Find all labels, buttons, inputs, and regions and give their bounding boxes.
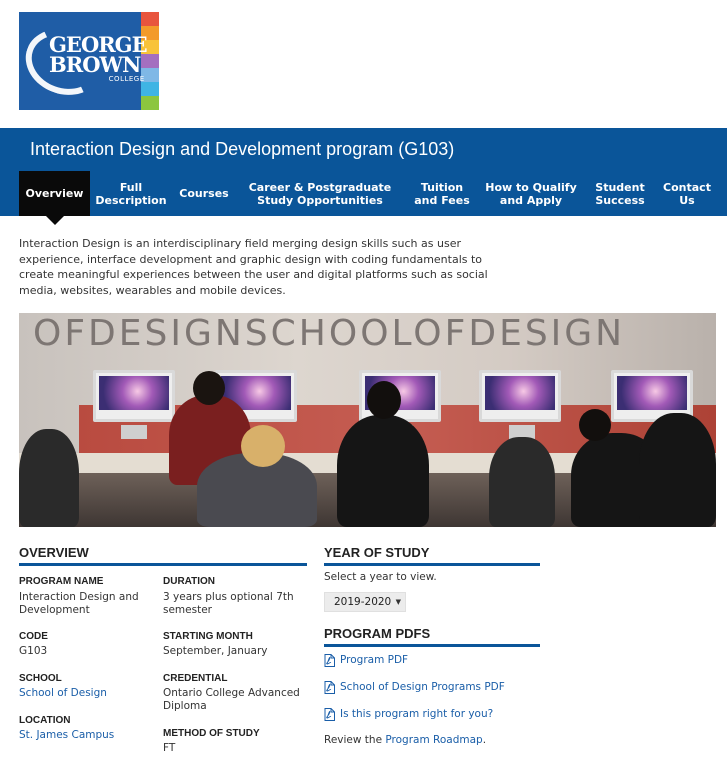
tab-label: Courses <box>179 187 229 200</box>
roadmap-text: Review the Program Roadmap. <box>324 734 486 746</box>
tab-label: Student Success <box>595 180 645 207</box>
year-select-value: 2019-2020 <box>334 596 392 608</box>
pdf-icon <box>324 680 335 694</box>
tab-label: Full Description <box>95 180 167 207</box>
logo-line-2: BROWN <box>49 52 141 77</box>
photo-chair <box>19 429 79 527</box>
logo-wordmark: GEORGE BROWN COLLEGE <box>49 34 148 83</box>
page-title: Interaction Design and Development progr… <box>30 139 455 159</box>
tab-full-description[interactable]: Full Description <box>94 171 168 216</box>
tab-label: Contact Us <box>663 180 711 207</box>
method-of-study-value: FT <box>163 742 176 754</box>
tab-label: Tuition and Fees <box>414 180 470 207</box>
program-pdf-link[interactable]: Program PDF <box>324 652 408 668</box>
credential-value: Ontario College Advanced Diploma <box>163 687 300 712</box>
starting-month-value: September, January <box>163 645 268 657</box>
photo-person-head <box>241 425 285 467</box>
program-pdfs-heading: Program PDFs <box>324 626 540 647</box>
chevron-down-icon: ▼ <box>395 598 401 606</box>
year-instruction: Select a year to view. <box>324 571 437 583</box>
program-tabs: Overview Full Description Courses Career… <box>0 171 727 225</box>
tab-how-to-apply[interactable]: How to Qualify and Apply <box>484 171 578 216</box>
photo-monitor <box>479 370 561 422</box>
roadmap-suffix: . <box>482 734 487 746</box>
duration-value: 3 years plus optional 7th semester <box>163 591 294 616</box>
starting-month-label: Starting Month <box>163 631 253 642</box>
tab-student-success[interactable]: Student Success <box>590 171 650 216</box>
photo-person-head <box>367 381 401 419</box>
logo-stripe <box>141 96 159 110</box>
pdf-link-label: Program PDF <box>340 654 409 666</box>
tab-overview[interactable]: Overview <box>19 171 90 225</box>
location-link[interactable]: St. James Campus <box>19 729 114 742</box>
year-of-study-heading: Year of Study <box>324 545 540 566</box>
photo-monitor <box>93 370 175 422</box>
credential-label: Credential <box>163 673 228 684</box>
code-label: Code <box>19 631 48 642</box>
roadmap-prefix: Review the <box>324 734 386 746</box>
logo-stripe <box>141 82 159 96</box>
school-programs-pdf-link[interactable]: School of Design Programs PDF <box>324 679 505 695</box>
tab-label: How to Qualify and Apply <box>485 180 577 207</box>
program-name-value: Interaction Design and Development <box>19 591 139 616</box>
overview-heading: Overview <box>19 545 307 566</box>
program-photo: OFDESIGNSCHOOLOFDESIGN <box>19 313 716 527</box>
pdf-link-label: Is this program right for you? <box>340 708 494 720</box>
program-intro: Interaction Design is an interdisciplina… <box>19 237 488 297</box>
year-select[interactable]: 2019-2020 ▼ <box>324 592 406 612</box>
photo-person <box>639 413 716 527</box>
george-brown-logo[interactable]: GEORGE BROWN COLLEGE <box>19 12 159 110</box>
pdf-icon <box>324 707 335 721</box>
code-value: G103 <box>19 645 48 657</box>
tab-label: Overview <box>25 187 84 200</box>
school-label: School <box>19 673 62 684</box>
method-of-study-label: Method of Study <box>163 728 260 739</box>
program-name-label: Program Name <box>19 576 104 587</box>
photo-wall-lettering: OFDESIGNSCHOOLOFDESIGN <box>33 313 626 354</box>
school-link[interactable]: School of Design <box>19 687 107 700</box>
tab-career-opportunities[interactable]: Career & Postgraduate Study Opportunitie… <box>248 171 392 216</box>
photo-person-head <box>193 371 225 405</box>
pdf-link-label: School of Design Programs PDF <box>340 681 505 693</box>
location-label: Location <box>19 715 71 726</box>
logo-stripe <box>141 12 159 26</box>
photo-monitor-stand <box>121 425 147 439</box>
right-for-you-pdf-link[interactable]: Is this program right for you? <box>324 706 493 722</box>
photo-chair <box>489 437 555 527</box>
tab-courses[interactable]: Courses <box>175 171 233 216</box>
tab-label: Career & Postgraduate Study Opportunitie… <box>248 180 392 207</box>
tab-tuition-fees[interactable]: Tuition and Fees <box>410 171 474 216</box>
photo-person-head <box>579 409 611 441</box>
photo-person <box>337 415 429 527</box>
tab-contact-us[interactable]: Contact Us <box>660 171 714 216</box>
program-roadmap-link[interactable]: Program Roadmap <box>385 734 482 746</box>
pdf-icon <box>324 653 335 667</box>
duration-label: Duration <box>163 576 216 587</box>
